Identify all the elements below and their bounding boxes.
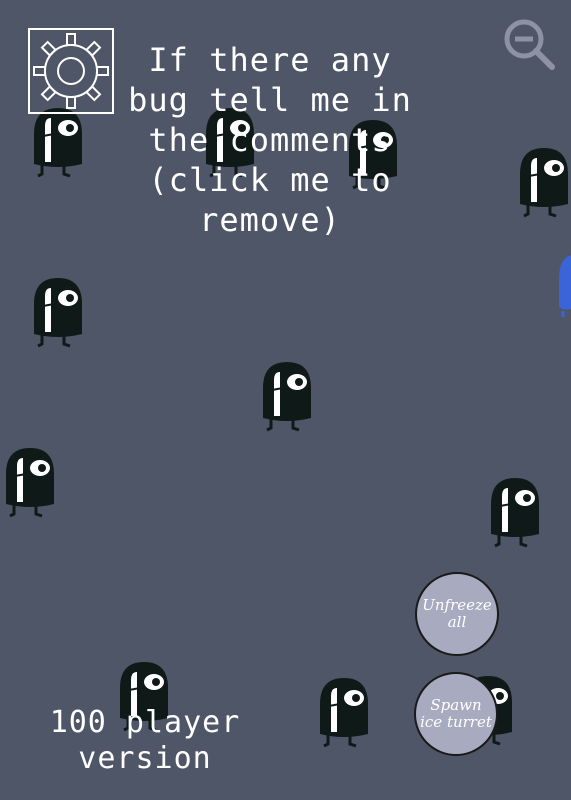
unfreeze-all-button[interactable]: Unfreeze all — [415, 572, 499, 656]
zoom-out-icon[interactable] — [502, 17, 556, 71]
player-character — [30, 104, 86, 180]
player-character — [316, 674, 372, 750]
player-character — [30, 274, 86, 350]
player-character — [259, 358, 315, 434]
bug-report-notice[interactable]: If there any bug tell me in the comments… — [90, 40, 450, 240]
other-player-character — [557, 255, 571, 317]
player-character — [2, 444, 58, 520]
player-character — [487, 474, 543, 550]
spawn-ice-turret-button[interactable]: Spawn ice turret — [414, 672, 498, 756]
player-character — [516, 144, 571, 220]
version-label: 100 player version — [49, 705, 241, 776]
game-stage[interactable]: If there any bug tell me in the comments… — [0, 0, 571, 800]
